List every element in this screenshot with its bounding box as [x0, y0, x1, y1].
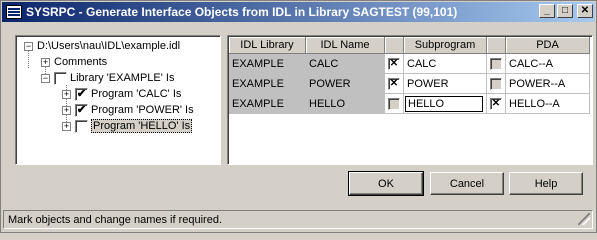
help-button[interactable]: Help	[509, 172, 583, 195]
cell-pda[interactable]: POWER--A	[506, 74, 590, 94]
cell-subprogram[interactable]: HELLO	[404, 94, 487, 114]
close-button[interactable]: ✕	[577, 4, 593, 18]
cell-subprogram[interactable]: CALC	[404, 54, 487, 74]
tree-node-library[interactable]: − Library 'EXAMPLE' Is	[41, 70, 174, 86]
program-calc-checkbox[interactable]: ✔	[75, 87, 88, 101]
tree-node-label: Library 'EXAMPLE' Is	[70, 72, 175, 84]
objects-grid[interactable]: IDL Library IDL Name Subprogram PDA EXAM…	[227, 35, 593, 165]
title-bar[interactable]: SYSRPC - Generate Interface Objects from…	[2, 2, 595, 22]
cell-pda-check	[487, 54, 506, 74]
cell-idl-name: POWER	[306, 74, 385, 94]
pda-checkbox[interactable]	[490, 57, 502, 70]
idl-tree-view[interactable]: − D:\Users\nau\IDL\example.idl + Comment…	[15, 35, 221, 165]
column-header-idl-library[interactable]: IDL Library	[229, 37, 306, 54]
collapse-icon[interactable]: −	[41, 73, 50, 83]
resize-grip-icon[interactable]	[578, 213, 590, 225]
tree-node-comments[interactable]: + Comments	[41, 54, 107, 70]
subprogram-checkbox[interactable]: ✕	[388, 57, 400, 70]
subprogram-checkbox[interactable]	[388, 97, 400, 110]
subprogram-edit-field[interactable]: HELLO	[405, 95, 483, 112]
cell-subprogram[interactable]: POWER	[404, 74, 487, 94]
collapse-icon[interactable]: −	[24, 41, 33, 51]
tree-node-label: Program 'POWER' Is	[91, 104, 194, 116]
cell-idl-name: HELLO	[306, 94, 385, 114]
ok-button[interactable]: OK	[348, 171, 424, 196]
cell-pda-check: ✕	[487, 94, 506, 114]
tree-node-label: Program 'CALC' Is	[91, 88, 182, 100]
tree-node-program-hello[interactable]: + Program 'HELLO' Is	[62, 118, 193, 134]
tree-node-program-power[interactable]: + ✔ Program 'POWER' Is	[62, 102, 194, 118]
cell-subprogram-check: ✕	[385, 74, 404, 94]
tree-node-label: D:\Users\nau\IDL\example.idl	[37, 40, 181, 52]
cell-pda[interactable]: CALC--A	[506, 54, 590, 74]
status-bar: Mark objects and change names if require…	[3, 210, 593, 229]
cell-pda[interactable]: HELLO--A	[506, 94, 590, 114]
cell-subprogram-check: ✕	[385, 54, 404, 74]
tree-node-label: Program 'HELLO' Is	[91, 119, 193, 133]
pda-checkbox[interactable]	[490, 77, 502, 90]
subprogram-checkbox[interactable]: ✕	[388, 77, 400, 90]
window-controls: _ □ ✕	[539, 4, 593, 18]
expand-icon[interactable]: +	[62, 89, 71, 99]
column-header-subprogram-check[interactable]	[385, 37, 404, 54]
column-header-pda-check[interactable]	[487, 37, 506, 54]
dialog-window: SYSRPC - Generate Interface Objects from…	[0, 0, 597, 233]
minimize-button[interactable]: _	[539, 4, 555, 18]
cell-idl-library: EXAMPLE	[229, 94, 306, 114]
library-checkbox[interactable]	[54, 71, 67, 85]
column-header-subprogram[interactable]: Subprogram	[404, 37, 487, 54]
program-power-checkbox[interactable]: ✔	[75, 103, 88, 117]
tree-node-program-calc[interactable]: + ✔ Program 'CALC' Is	[62, 86, 181, 102]
cell-pda-check	[487, 74, 506, 94]
tree-node-label: Comments	[54, 56, 108, 68]
program-hello-checkbox[interactable]	[75, 119, 88, 133]
window-title: SYSRPC - Generate Interface Objects from…	[26, 5, 458, 19]
status-text: Mark objects and change names if require…	[8, 213, 223, 226]
cell-subprogram-check	[385, 94, 404, 114]
cell-idl-library: EXAMPLE	[229, 74, 306, 94]
expand-icon[interactable]: +	[41, 57, 50, 67]
pda-checkbox[interactable]: ✕	[490, 97, 502, 110]
maximize-button[interactable]: □	[557, 4, 573, 18]
column-header-pda[interactable]: PDA	[506, 37, 590, 54]
cancel-button[interactable]: Cancel	[430, 172, 504, 195]
app-icon	[6, 5, 22, 19]
expand-icon[interactable]: +	[62, 105, 71, 115]
cell-idl-library: EXAMPLE	[229, 54, 306, 74]
cell-idl-name: CALC	[306, 54, 385, 74]
tree-node-root[interactable]: − D:\Users\nau\IDL\example.idl	[24, 38, 180, 54]
column-header-idl-name[interactable]: IDL Name	[306, 37, 385, 54]
expand-icon[interactable]: +	[62, 121, 71, 131]
